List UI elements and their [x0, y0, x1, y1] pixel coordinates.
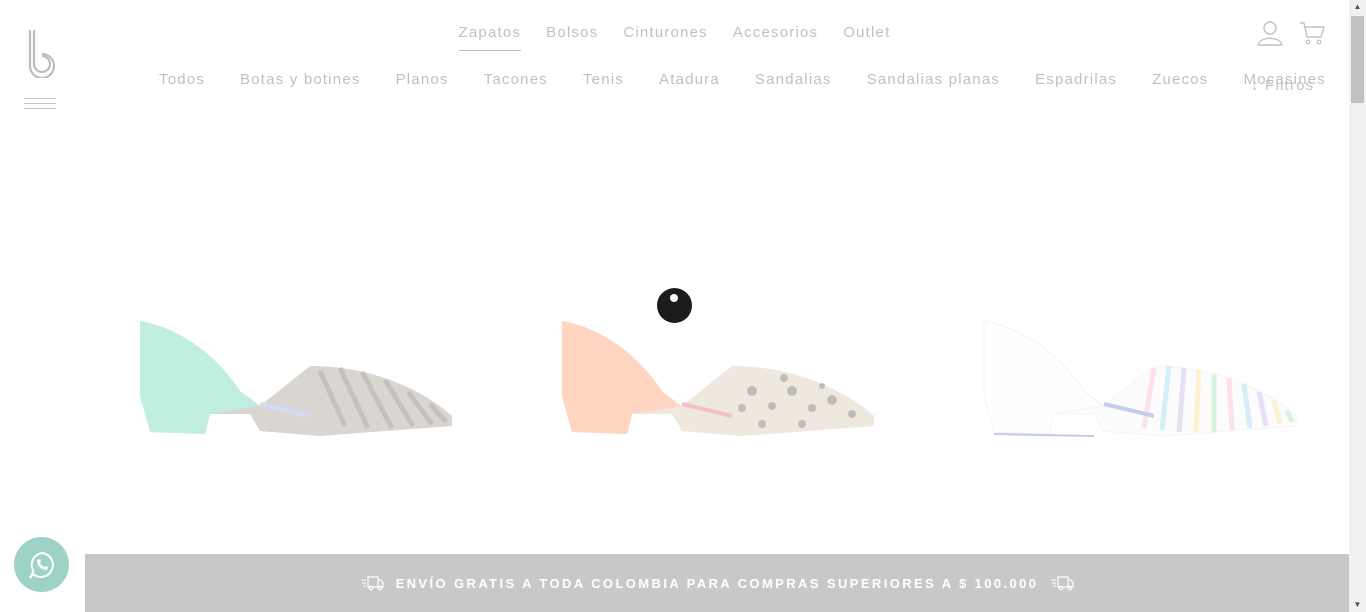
whatsapp-icon: [28, 551, 54, 579]
top-nav-item-cinturones[interactable]: Cinturones: [623, 24, 708, 51]
vertical-scrollbar[interactable]: ▲ ▼: [1349, 0, 1366, 612]
filters-label: Filtros: [1265, 77, 1315, 94]
category-sandalias[interactable]: Sandalias: [755, 71, 832, 88]
product-image-orange-leopard-shoe: [562, 321, 874, 436]
page: Zapatos Bolsos Cinturones Accesorios Out…: [0, 0, 1349, 612]
category-planos[interactable]: Planos: [396, 71, 449, 88]
category-tenis[interactable]: Tenis: [583, 71, 624, 88]
whatsapp-button[interactable]: [14, 537, 69, 592]
category-nav: Todos Botas y botines Planos Tacones Ten…: [159, 71, 1326, 88]
top-nav-item-outlet[interactable]: Outlet: [843, 24, 890, 51]
header-icons: [1257, 20, 1325, 46]
category-zuecos[interactable]: Zuecos: [1152, 71, 1208, 88]
shipping-banner: ENVÍO GRATIS A TODA COLOMBIA PARA COMPRA…: [85, 554, 1349, 612]
category-todos[interactable]: Todos: [159, 71, 205, 88]
top-nav-item-accesorios[interactable]: Accesorios: [733, 24, 818, 51]
shipping-banner-text: ENVÍO GRATIS A TODA COLOMBIA PARA COMPRA…: [395, 575, 1039, 591]
cart-icon[interactable]: [1299, 20, 1325, 46]
category-sandalias-planas[interactable]: Sandalias planas: [867, 71, 1000, 88]
scroll-up-arrow-icon[interactable]: ▲: [1349, 0, 1366, 14]
category-atadura[interactable]: Atadura: [659, 71, 720, 88]
hamburger-menu-icon[interactable]: [24, 98, 56, 114]
product-card-orange-leopard[interactable]: [552, 296, 892, 456]
category-botas-y-botines[interactable]: Botas y botines: [240, 71, 361, 88]
filters-button[interactable]: ↕ Filtros: [1251, 77, 1314, 94]
truck-icon: [1051, 576, 1075, 591]
filters-icon: ↕: [1251, 77, 1260, 94]
product-image-white-striped-shoe: [983, 320, 1297, 437]
category-espadrilas[interactable]: Espadrilas: [1035, 71, 1117, 88]
category-tacones[interactable]: Tacones: [484, 71, 548, 88]
product-card-white-striped[interactable]: [974, 296, 1314, 456]
top-nav: Zapatos Bolsos Cinturones Accesorios Out…: [0, 24, 1349, 51]
truck-icon: [360, 576, 384, 591]
user-icon[interactable]: [1257, 20, 1283, 46]
scrollbar-thumb[interactable]: [1351, 16, 1364, 103]
loading-spinner-icon: [657, 288, 692, 323]
top-nav-item-bolsos[interactable]: Bolsos: [546, 24, 598, 51]
product-card-green-zebra[interactable]: [130, 296, 470, 456]
top-nav-item-zapatos[interactable]: Zapatos: [458, 24, 522, 51]
scroll-down-arrow-icon[interactable]: ▼: [1349, 598, 1366, 612]
product-image-green-zebra-shoe: [140, 321, 452, 436]
